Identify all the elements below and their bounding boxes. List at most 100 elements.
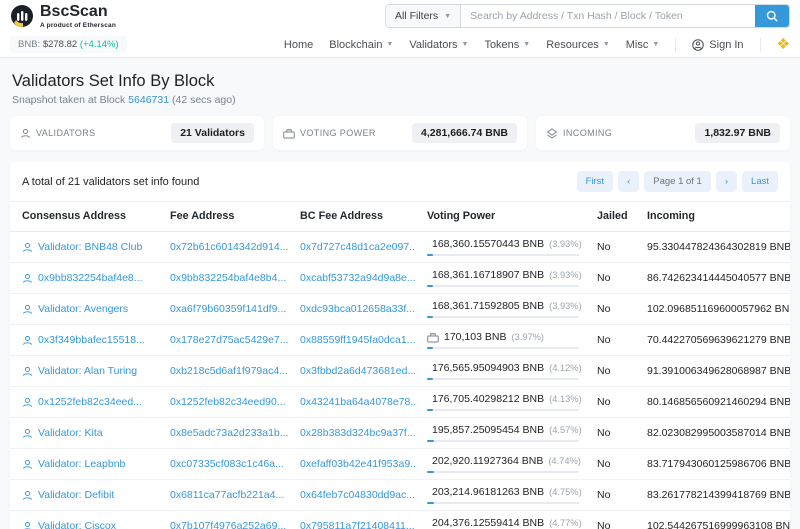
col-incoming: Incoming (635, 201, 790, 232)
voting-power-bar (427, 254, 579, 256)
user-icon (22, 304, 33, 314)
voting-power-bar (427, 471, 579, 473)
consensus-address-link[interactable]: 0x9bb832254baf4e8... (38, 272, 143, 284)
user-icon (22, 490, 33, 500)
snapshot-suffix: (42 secs ago) (171, 94, 236, 106)
col-voting-power: Voting Power (415, 201, 585, 232)
consensus-address-link[interactable]: Validator: Avengers (38, 303, 128, 315)
chevron-down-icon: ▼ (386, 41, 394, 48)
consensus-address-link[interactable]: 0x3f349bbafec15518... (38, 334, 145, 346)
chevron-down-icon: ▼ (523, 41, 531, 48)
chevron-down-icon: ▼ (444, 12, 452, 20)
bnb-price-change: (+4.14%) (79, 39, 119, 50)
fee-address-link[interactable]: 0x7b107f4976a252a69... (170, 520, 286, 529)
nav-item-home[interactable]: Home (284, 39, 313, 51)
fee-address-link[interactable]: 0x6811ca77acfb221a4... (170, 489, 284, 501)
fee-address-link[interactable]: 0x178e27d75ac5429e7... (170, 334, 288, 346)
validators-card-value: 21 Validators (171, 123, 254, 143)
fee-address-link[interactable]: 0xc07335cf083c1c46a... (170, 458, 284, 470)
col-fee-address: Fee Address (158, 201, 288, 232)
validators-table-panel: A total of 21 validators set info found … (10, 162, 790, 529)
jailed-value: No (585, 479, 635, 511)
jailed-value: No (585, 293, 635, 325)
fee-address-link[interactable]: 0x8e5adc73a2d233a1b... (170, 427, 288, 439)
bc-fee-address-link[interactable]: 0x64feb7c04830dd9ac... (300, 489, 415, 501)
validators-card-label: VALIDATORS (36, 128, 96, 138)
table-row: Validator: Alan Turing 0xb218c5d6af1f979… (10, 355, 790, 387)
bc-fee-address-link[interactable]: 0x43241ba64a4078e78... (300, 396, 415, 408)
consensus-address-link[interactable]: Validator: Ciscox (38, 520, 116, 529)
search-button[interactable] (755, 5, 789, 27)
voting-power-value: 203,214.96181263 BNB (432, 486, 545, 498)
voting-power-bar (427, 378, 579, 380)
consensus-address-link[interactable]: Validator: Defibit (38, 489, 114, 501)
pagination-prev-button[interactable]: ‹ (618, 171, 640, 192)
fee-address-link[interactable]: 0x72b61c6014342d914... (170, 241, 288, 253)
voting-power-bar-fill (427, 254, 433, 256)
search-filter-dropdown[interactable]: All Filters ▼ (386, 5, 462, 27)
search-input[interactable] (461, 5, 755, 27)
col-consensus-address: Consensus Address (10, 201, 158, 232)
nav-item-validators[interactable]: Validators ▼ (409, 39, 468, 51)
jailed-value: No (585, 231, 635, 263)
bc-fee-address-link[interactable]: 0x7d727c48d1ca2e097... (300, 241, 415, 253)
jailed-value: No (585, 448, 635, 480)
nav-item-label: Blockchain (329, 38, 383, 51)
bscscan-logo[interactable]: BscScan A product of Etherscan (10, 3, 116, 29)
pagination-last-button[interactable]: Last (742, 171, 778, 192)
user-icon (22, 335, 33, 345)
pagination-next-button[interactable]: › (715, 171, 738, 192)
voting-power-percent: (4.57%) (549, 425, 582, 435)
jailed-value: No (585, 510, 635, 529)
voting-power-bar (427, 440, 579, 442)
col-bc-fee-address: BC Fee Address (288, 201, 415, 232)
bc-fee-address-link[interactable]: 0xefaff03b42e41f953a9... (300, 458, 415, 470)
consensus-address-link[interactable]: Validator: Leapbnb (38, 458, 125, 470)
stack-icon (546, 127, 558, 139)
jailed-value: No (585, 262, 635, 294)
user-icon (22, 366, 33, 376)
voting-power-card: VOTING POWER 4,281,666.74 BNB (273, 116, 527, 150)
voting-power-bar (427, 347, 579, 349)
pagination: First ‹ Page 1 of 1 › Last (576, 171, 778, 192)
bc-fee-address-link[interactable]: 0x88559ff1945fa0dca1... (300, 334, 415, 346)
fee-address-link[interactable]: 0xb218c5d6af1f979ac4... (170, 365, 288, 377)
fee-address-link[interactable]: 0xa6f79b60359f141df9... (170, 303, 286, 315)
user-icon (22, 397, 33, 407)
incoming-value: 91.391006349628068987 BNB (635, 355, 790, 387)
snapshot-info: Snapshot taken at Block 5646731 (42 secs… (12, 94, 788, 106)
bc-fee-address-link[interactable]: 0x28b383d324bc9a37f... (300, 427, 415, 439)
voting-power-bar-fill (427, 347, 434, 349)
sign-in-label: Sign In (709, 38, 744, 51)
user-icon (22, 459, 33, 469)
voting-power-percent: (4.74%) (548, 456, 581, 466)
incoming-value: 70.442270569639621279 BNB (635, 324, 790, 356)
binance-chain-icon[interactable]: ❖ (777, 37, 790, 52)
voting-power-value: 168,361.16718907 BNB (432, 269, 545, 281)
consensus-address-link[interactable]: Validator: Alan Turing (38, 365, 137, 377)
block-number-link[interactable]: 5646731 (128, 94, 169, 106)
voting-power-percent: (4.12%) (549, 363, 582, 373)
bc-fee-address-link[interactable]: 0x795811a7f21408411... (300, 520, 415, 529)
consensus-address-link[interactable]: Validator: Kita (38, 427, 103, 439)
fee-address-link[interactable]: 0x1252feb82c34eed90... (170, 396, 286, 408)
sign-in-button[interactable]: Sign In (692, 38, 744, 51)
page-title: Validators Set Info By Block (12, 72, 215, 90)
fee-address-link[interactable]: 0x9bb832254baf4e8b4... (170, 272, 286, 284)
nav-item-misc[interactable]: Misc ▼ (626, 39, 660, 51)
bc-fee-address-link[interactable]: 0xdc93bca012658a33f... (300, 303, 415, 315)
main-content: Validators Set Info By Block Snapshot ta… (0, 58, 800, 529)
pagination-first-button[interactable]: First (576, 171, 614, 192)
nav-item-tokens[interactable]: Tokens ▼ (484, 39, 530, 51)
jailed-value: No (585, 355, 635, 387)
nav-item-resources[interactable]: Resources ▼ (546, 39, 610, 51)
voting-power-bar-fill (427, 409, 434, 411)
consensus-address-link[interactable]: 0x1252feb82c34eed... (38, 396, 142, 408)
nav-menu: Home Blockchain ▼ Validators ▼ Tokens ▼ Resourc… (284, 37, 790, 52)
bc-fee-address-link[interactable]: 0x3fbbd2a6d473681ed... (300, 365, 415, 377)
nav-item-blockchain[interactable]: Blockchain ▼ (329, 39, 393, 51)
user-icon (23, 521, 32, 529)
bc-fee-address-link[interactable]: 0xcabf53732a94d9a8e... (300, 272, 415, 284)
voting-power-bar-fill (427, 502, 435, 504)
consensus-address-link[interactable]: Validator: BNB48 Club (38, 241, 142, 253)
